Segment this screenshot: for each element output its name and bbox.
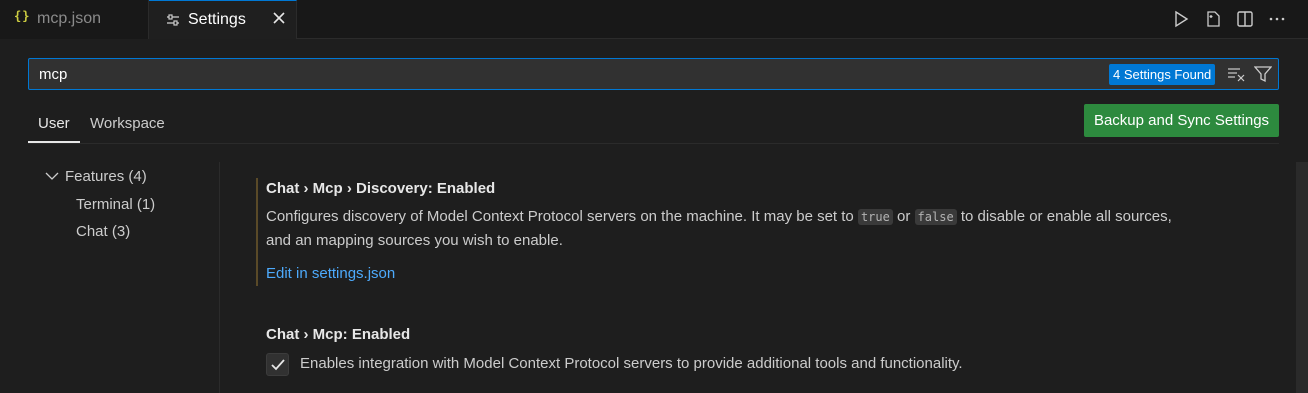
- toc-item-chat[interactable]: Chat (3): [76, 223, 130, 240]
- toc-item-features[interactable]: Features (4): [65, 168, 147, 185]
- tab-settings[interactable]: Settings: [149, 0, 297, 39]
- toc-item-terminal[interactable]: Terminal (1): [76, 196, 155, 213]
- settings-search-box[interactable]: 4 Settings Found: [28, 58, 1279, 90]
- toc-separator: [219, 162, 220, 393]
- clear-filter-icon[interactable]: [1227, 66, 1245, 82]
- setting-title-discovery: Chat › Mcp › Discovery: Enabled: [266, 180, 496, 197]
- desc-text: Configures discovery of Model Context Pr…: [266, 208, 858, 225]
- close-icon[interactable]: [272, 11, 286, 25]
- scrollbar[interactable]: [1296, 162, 1308, 393]
- tab-label: Settings: [188, 11, 246, 28]
- editor-tab-bar: {} mcp.json Settings: [0, 0, 1308, 39]
- editor-actions: [1172, 10, 1286, 28]
- mcp-enabled-checkbox[interactable]: [266, 353, 289, 376]
- chevron-down-icon[interactable]: [45, 171, 59, 181]
- split-editor-icon[interactable]: [1236, 10, 1254, 28]
- desc-text: or: [892, 208, 915, 225]
- filter-icon[interactable]: [1254, 65, 1272, 83]
- results-count-badge: 4 Settings Found: [1109, 64, 1216, 85]
- more-actions-icon[interactable]: [1268, 10, 1286, 28]
- json-file-icon: {}: [14, 9, 31, 23]
- setting-title-mcp-enabled: Chat › Mcp: Enabled: [266, 326, 411, 343]
- desc-text: and an mapping sources you wish to enabl…: [266, 232, 563, 249]
- scope-tab-user[interactable]: User: [38, 115, 70, 132]
- run-icon[interactable]: [1172, 10, 1190, 28]
- edit-in-settings-json-link[interactable]: Edit in settings.json: [266, 265, 395, 282]
- tab-label: mcp.json: [37, 10, 102, 27]
- settings-sliders-icon: [167, 14, 179, 26]
- tab-mcp-json[interactable]: {} mcp.json: [0, 0, 149, 39]
- open-settings-json-icon[interactable]: [1204, 10, 1222, 28]
- code-false: false: [914, 209, 957, 225]
- scope-tab-workspace[interactable]: Workspace: [90, 115, 165, 132]
- setting-description-mcp-enabled: Enables integration with Model Context P…: [300, 355, 963, 372]
- setting-description-discovery: Configures discovery of Model Context Pr…: [266, 205, 1276, 253]
- desc-text: to disable or enable all sources,: [956, 208, 1172, 225]
- modified-indicator: [256, 178, 258, 286]
- backup-sync-button[interactable]: Backup and Sync Settings: [1084, 104, 1279, 137]
- search-input[interactable]: [37, 65, 1037, 84]
- code-true: true: [857, 209, 893, 225]
- scope-divider: [28, 143, 1279, 144]
- checkmark-icon: [271, 359, 285, 371]
